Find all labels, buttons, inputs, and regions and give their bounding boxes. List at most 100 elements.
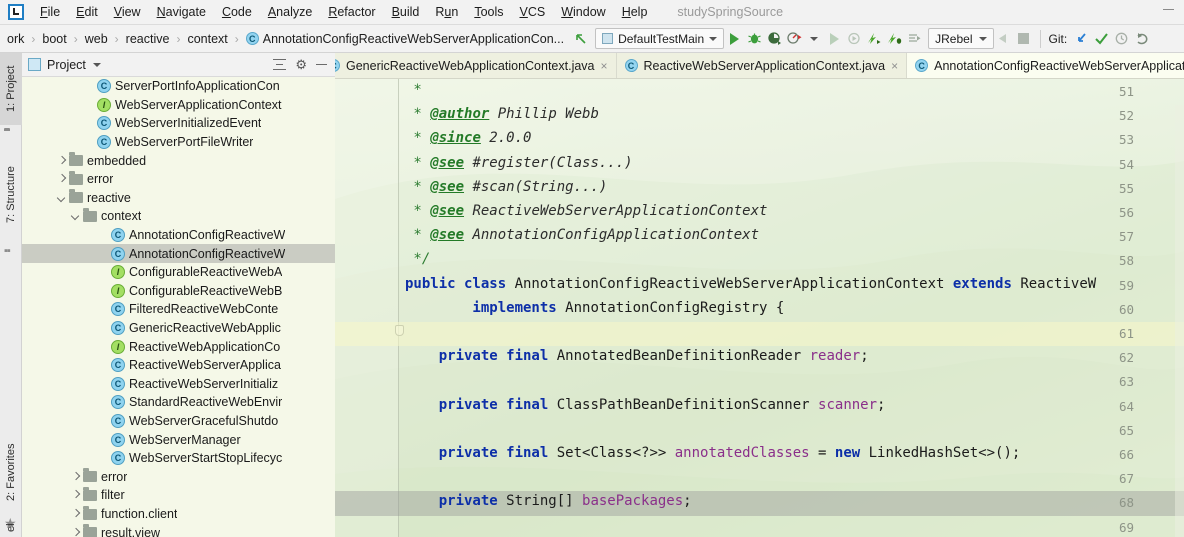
chevron-right-icon[interactable]	[70, 527, 82, 537]
tree-item[interactable]: C AnnotationConfigReactiveW	[22, 244, 335, 263]
collapse-all-icon[interactable]	[273, 58, 287, 71]
jrebel-selector[interactable]: JRebel	[928, 28, 994, 49]
breadcrumb-item[interactable]: C AnnotationConfigReactiveWebServerApplic…	[239, 31, 571, 47]
tree-item[interactable]: function.client	[22, 505, 335, 524]
editor-tab[interactable]: C AnnotationConfigReactiveWebServerApplic…	[907, 53, 1184, 78]
chevron-down-icon[interactable]	[709, 36, 718, 41]
code-line[interactable]: * @see #register(Class...)	[405, 155, 632, 171]
hide-icon[interactable]	[316, 64, 327, 65]
breadcrumb-item[interactable]: context	[180, 31, 234, 47]
menu-item-file[interactable]: File	[32, 3, 68, 21]
chevron-right-icon[interactable]	[56, 155, 68, 167]
editor-gutter[interactable]	[335, 79, 399, 537]
run-with-coverage-icon[interactable]	[764, 29, 784, 49]
tree-item[interactable]: reactive	[22, 189, 335, 208]
minimize-button[interactable]	[1163, 9, 1174, 10]
tree-item[interactable]: C WebServerStartStopLifecyc	[22, 449, 335, 468]
debug-icon[interactable]	[744, 29, 764, 49]
history-icon[interactable]	[1111, 29, 1131, 49]
sidebar-item-favorites[interactable]: 2: Favorites	[0, 431, 22, 513]
breadcrumb-item[interactable]: boot	[35, 31, 73, 47]
tree-item[interactable]: I WebServerApplicationContext	[22, 96, 335, 115]
chevron-down-icon[interactable]	[92, 62, 101, 67]
code-line[interactable]: private final AnnotatedBeanDefinitionRea…	[405, 348, 869, 364]
close-icon[interactable]: ×	[601, 60, 608, 72]
code-line[interactable]: private String[] basePackages;	[405, 493, 692, 509]
menu-item-analyze[interactable]: Analyze	[260, 3, 320, 21]
code-line[interactable]: public class AnnotationConfigReactiveWeb…	[405, 276, 1096, 292]
menu-item-tools[interactable]: Tools	[466, 3, 511, 21]
menu-item-build[interactable]: Build	[384, 3, 428, 21]
menu-item-refactor[interactable]: Refactor	[320, 3, 383, 21]
code-line[interactable]: * @since 2.0.0	[405, 130, 531, 146]
update-project-icon[interactable]	[1071, 29, 1091, 49]
tree-item[interactable]: filter	[22, 486, 335, 505]
stop-icon-left[interactable]	[994, 29, 1014, 49]
menu-item-window[interactable]: Window	[553, 3, 613, 21]
sidebar-item-extra[interactable]: el	[0, 519, 22, 537]
tree-item[interactable]: C StandardReactiveWebEnvir	[22, 393, 335, 412]
tree-item[interactable]: C WebServerManager	[22, 430, 335, 449]
attach-icon[interactable]	[844, 29, 864, 49]
tree-item[interactable]: embedded	[22, 151, 335, 170]
breadcrumb-item[interactable]: ork	[0, 31, 31, 47]
tree-item[interactable]: I ConfigurableReactiveWebB	[22, 282, 335, 301]
editor-scrollbar[interactable]	[1175, 105, 1184, 537]
jrebel-debug-icon[interactable]	[884, 29, 904, 49]
chevron-down-icon[interactable]	[56, 192, 68, 204]
stop-icon[interactable]	[1014, 29, 1034, 49]
run-configuration-selector[interactable]: DefaultTestMain	[595, 28, 725, 49]
chevron-right-icon[interactable]	[70, 508, 82, 520]
tree-item[interactable]: I ConfigurableReactiveWebA	[22, 263, 335, 282]
code-line[interactable]: * @see #scan(String...)	[405, 179, 607, 195]
tree-item[interactable]: I ReactiveWebApplicationCo	[22, 337, 335, 356]
menu-item-run[interactable]: Run	[427, 3, 466, 21]
run-to-cursor-icon[interactable]	[904, 29, 924, 49]
chevron-down-icon[interactable]	[804, 29, 824, 49]
tree-item[interactable]: C WebServerPortFileWriter	[22, 133, 335, 152]
chevron-right-icon[interactable]	[70, 489, 82, 501]
close-icon[interactable]: ×	[891, 60, 898, 72]
code-line[interactable]: private final Set<Class<?>> annotatedCla…	[405, 445, 1021, 461]
commit-icon[interactable]	[1091, 29, 1111, 49]
breadcrumb-item[interactable]: reactive	[119, 31, 177, 47]
tree-item[interactable]: C ServerPortInfoApplicationCon	[22, 77, 335, 96]
chevron-down-icon[interactable]	[70, 210, 82, 222]
menu-item-edit[interactable]: Edit	[68, 3, 106, 21]
navbar-arrow-icon[interactable]	[571, 29, 591, 49]
breadcrumb-item[interactable]: web	[78, 31, 115, 47]
menu-item-help[interactable]: Help	[614, 3, 656, 21]
project-tree[interactable]: C ServerPortInfoApplicationCon I WebServerA…	[22, 77, 335, 537]
jrebel-run-icon[interactable]	[864, 29, 884, 49]
profile-icon[interactable]	[784, 29, 804, 49]
rollback-icon[interactable]	[1131, 29, 1151, 49]
menu-item-view[interactable]: View	[106, 3, 149, 21]
code-line[interactable]: implements AnnotationConfigRegistry {	[405, 300, 784, 316]
tree-item[interactable]: error	[22, 170, 335, 189]
code-line[interactable]: private final ClassPathBeanDefinitionSca…	[405, 397, 886, 413]
tree-item[interactable]: context	[22, 207, 335, 226]
tree-item[interactable]: C WebServerGracefulShutdo	[22, 412, 335, 431]
menu-item-vcs[interactable]: VCS	[512, 3, 554, 21]
tree-item[interactable]: C WebServerInitializedEvent	[22, 114, 335, 133]
chevron-down-icon[interactable]	[978, 36, 987, 41]
tree-item[interactable]: result.view	[22, 523, 335, 537]
tree-item[interactable]: C GenericReactiveWebApplic	[22, 319, 335, 338]
menu-item-code[interactable]: Code	[214, 3, 260, 21]
sidebar-item-structure[interactable]: 7: Structure	[0, 153, 22, 237]
menu-item-navigate[interactable]: Navigate	[149, 3, 214, 21]
code-editor[interactable]: 51 * 52 * @author Phillip Webb 53 * @sinc…	[335, 79, 1184, 537]
tree-item[interactable]: C AnnotationConfigReactiveW	[22, 226, 335, 245]
chevron-right-icon[interactable]	[56, 173, 68, 185]
sidebar-item-project[interactable]: 1: Project	[0, 53, 22, 125]
tree-item[interactable]: C FilteredReactiveWebConte	[22, 300, 335, 319]
code-line[interactable]: *	[405, 82, 430, 98]
gear-icon[interactable]: ⚙	[295, 58, 307, 71]
code-line[interactable]: * @author Phillip Webb	[405, 106, 598, 122]
rerun-icon[interactable]	[824, 29, 844, 49]
tree-item[interactable]: C ReactiveWebServerApplica	[22, 356, 335, 375]
run-icon[interactable]	[724, 29, 744, 49]
editor-tab[interactable]: C ReactiveWebServerApplicationContext.jav…	[617, 53, 908, 78]
code-line[interactable]: */	[405, 251, 430, 267]
tree-item[interactable]: C ReactiveWebServerInitializ	[22, 375, 335, 394]
